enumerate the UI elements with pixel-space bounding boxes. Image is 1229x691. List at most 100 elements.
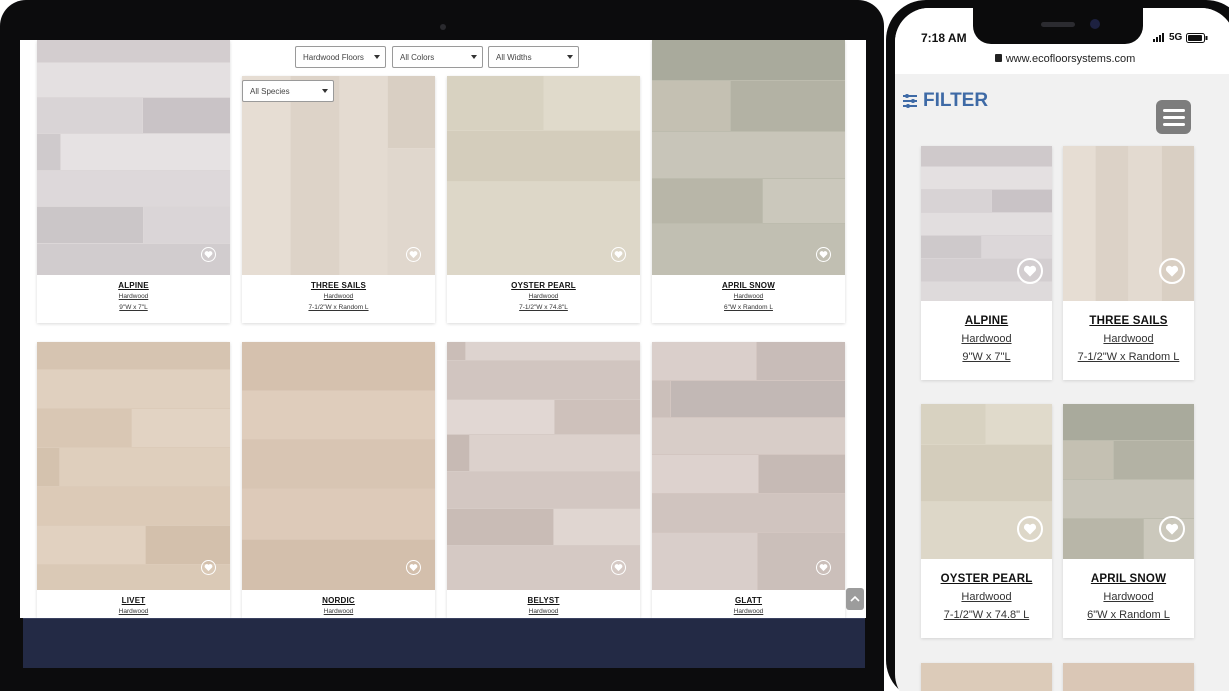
product-size-link[interactable]: 6"W x Random L bbox=[1063, 606, 1194, 624]
product-image[interactable] bbox=[921, 146, 1052, 301]
heart-icon[interactable] bbox=[816, 560, 831, 575]
mobile-page: 7:18 AM 5G www.ecofloorsystems.com FILTE… bbox=[895, 8, 1229, 691]
heart-icon[interactable] bbox=[406, 560, 421, 575]
status-bar: 7:18 AM 5G www.ecofloorsystems.com bbox=[895, 8, 1229, 74]
chevron-up-icon bbox=[850, 595, 860, 602]
back-to-top-button[interactable] bbox=[846, 588, 864, 610]
mobile-product-card-april-snow[interactable]: APRIL SNOW Hardwood 6"W x Random L bbox=[1063, 404, 1194, 638]
product-size-link[interactable]: 7-1/2"W x Random L bbox=[1063, 348, 1194, 366]
heart-icon[interactable] bbox=[406, 247, 421, 262]
product-type-link[interactable]: Hardwood bbox=[447, 606, 640, 617]
product-card-nordic[interactable]: NORDIC Hardwood bbox=[242, 342, 435, 618]
product-name-link[interactable]: THREE SAILS bbox=[242, 280, 435, 291]
product-image[interactable] bbox=[652, 40, 845, 275]
product-name-link[interactable]: APRIL SNOW bbox=[652, 280, 845, 291]
product-name-link[interactable]: ALPINE bbox=[37, 280, 230, 291]
heart-icon[interactable] bbox=[1159, 516, 1185, 542]
heart-icon[interactable] bbox=[201, 560, 216, 575]
product-info: THREE SAILS Hardwood 7-1/2"W x Random L bbox=[242, 275, 435, 323]
product-card-april-snow[interactable]: APRIL SNOW Hardwood 6"W x Random L bbox=[652, 40, 845, 323]
product-size-link[interactable]: 9"W x 7"L bbox=[37, 302, 230, 313]
battery-icon bbox=[1186, 32, 1208, 43]
filter-toggle[interactable]: FILTER bbox=[902, 90, 988, 112]
heart-icon[interactable] bbox=[201, 247, 216, 262]
product-info: GLATT Hardwood bbox=[652, 590, 845, 618]
product-image[interactable] bbox=[447, 342, 640, 590]
mobile-product-card[interactable] bbox=[1063, 663, 1194, 691]
product-card-belyst[interactable]: BELYST Hardwood bbox=[447, 342, 640, 618]
mobile-product-card-alpine[interactable]: ALPINE Hardwood 9"W x 7"L bbox=[921, 146, 1052, 380]
product-image[interactable] bbox=[652, 342, 845, 590]
product-name-link[interactable]: NORDIC bbox=[242, 595, 435, 606]
product-type-link[interactable]: Hardwood bbox=[921, 330, 1052, 348]
product-type-link[interactable]: Hardwood bbox=[1063, 588, 1194, 606]
product-card-alpine[interactable]: ALPINE Hardwood 9"W x 7"L bbox=[37, 40, 230, 323]
product-card-three-sails[interactable]: THREE SAILS Hardwood 7-1/2"W x Random L bbox=[242, 76, 435, 323]
address-bar[interactable]: www.ecofloorsystems.com bbox=[895, 53, 1229, 65]
product-type-link[interactable]: Hardwood bbox=[1063, 330, 1194, 348]
product-type-link[interactable]: Hardwood bbox=[242, 606, 435, 617]
product-size-link[interactable]: 7-1/2"W x Random L bbox=[242, 302, 435, 313]
product-type-link[interactable]: Hardwood bbox=[37, 606, 230, 617]
product-type-link[interactable]: Hardwood bbox=[242, 291, 435, 302]
species-select[interactable]: All Species bbox=[242, 80, 334, 102]
product-card-glatt[interactable]: GLATT Hardwood bbox=[652, 342, 845, 618]
speaker bbox=[1041, 22, 1075, 27]
product-image[interactable] bbox=[37, 342, 230, 590]
product-card-oyster-pearl[interactable]: OYSTER PEARL Hardwood 7-1/2"W x 74.8"L bbox=[447, 76, 640, 323]
heart-icon[interactable] bbox=[611, 247, 626, 262]
product-name-link[interactable]: BELYST bbox=[447, 595, 640, 606]
product-info: LIVET Hardwood bbox=[37, 590, 230, 618]
product-size-link[interactable]: 6"W x Random L bbox=[652, 302, 845, 313]
product-name-link[interactable]: ALPINE bbox=[921, 313, 1052, 330]
product-image[interactable] bbox=[242, 76, 435, 275]
category-select-value: Hardwood Floors bbox=[303, 52, 364, 62]
chevron-down-icon bbox=[374, 55, 380, 59]
mobile-product-card-three-sails[interactable]: THREE SAILS Hardwood 7-1/2"W x Random L bbox=[1063, 146, 1194, 380]
mobile-product-card-oyster-pearl[interactable]: OYSTER PEARL Hardwood 7-1/2"W x 74.8" L bbox=[921, 404, 1052, 638]
product-image[interactable] bbox=[921, 404, 1052, 559]
heart-icon[interactable] bbox=[816, 247, 831, 262]
status-time: 7:18 AM bbox=[921, 31, 967, 45]
product-type-link[interactable]: Hardwood bbox=[447, 291, 640, 302]
product-type-link[interactable]: Hardwood bbox=[37, 291, 230, 302]
mobile-product-card[interactable] bbox=[921, 663, 1052, 691]
product-image[interactable] bbox=[242, 342, 435, 590]
product-image[interactable] bbox=[1063, 146, 1194, 301]
product-type-link[interactable]: Hardwood bbox=[652, 291, 845, 302]
product-name-link[interactable]: OYSTER PEARL bbox=[447, 280, 640, 291]
product-size-link[interactable]: 7-1/2"W x 74.8"L bbox=[447, 302, 640, 313]
product-name-link[interactable]: GLATT bbox=[652, 595, 845, 606]
product-info: OYSTER PEARL Hardwood 7-1/2"W x 74.8"L bbox=[447, 275, 640, 323]
product-size-link[interactable]: 7-1/2"W x 74.8" L bbox=[921, 606, 1052, 624]
product-size-link[interactable]: 9"W x 7"L bbox=[921, 348, 1052, 366]
product-image[interactable] bbox=[37, 40, 230, 275]
laptop-camera bbox=[440, 24, 446, 30]
status-network: 5G bbox=[1153, 32, 1208, 43]
signal-icon bbox=[1153, 33, 1164, 42]
product-card-livet[interactable]: LIVET Hardwood bbox=[37, 342, 230, 618]
product-image[interactable] bbox=[1063, 404, 1194, 559]
hamburger-line bbox=[1162, 122, 1185, 126]
product-name-link[interactable]: LIVET bbox=[37, 595, 230, 606]
site-footer bbox=[23, 618, 865, 668]
product-name-link[interactable]: APRIL SNOW bbox=[1063, 571, 1194, 588]
product-name-link[interactable]: THREE SAILS bbox=[1063, 313, 1194, 330]
hamburger-menu-button[interactable] bbox=[1156, 100, 1191, 134]
product-info: ALPINE Hardwood 9"W x 7"L bbox=[921, 301, 1052, 366]
product-info: ALPINE Hardwood 9"W x 7"L bbox=[37, 275, 230, 323]
widths-select-value: All Widths bbox=[496, 52, 532, 62]
chevron-down-icon bbox=[322, 89, 328, 93]
heart-icon[interactable] bbox=[1017, 516, 1043, 542]
colors-select-value: All Colors bbox=[400, 52, 435, 62]
product-image[interactable] bbox=[447, 76, 640, 275]
heart-icon[interactable] bbox=[611, 560, 626, 575]
heart-icon[interactable] bbox=[1159, 258, 1185, 284]
category-select[interactable]: Hardwood Floors bbox=[295, 46, 386, 68]
widths-select[interactable]: All Widths bbox=[488, 46, 579, 68]
colors-select[interactable]: All Colors bbox=[392, 46, 483, 68]
product-name-link[interactable]: OYSTER PEARL bbox=[921, 571, 1052, 588]
product-type-link[interactable]: Hardwood bbox=[652, 606, 845, 617]
product-type-link[interactable]: Hardwood bbox=[921, 588, 1052, 606]
heart-icon[interactable] bbox=[1017, 258, 1043, 284]
